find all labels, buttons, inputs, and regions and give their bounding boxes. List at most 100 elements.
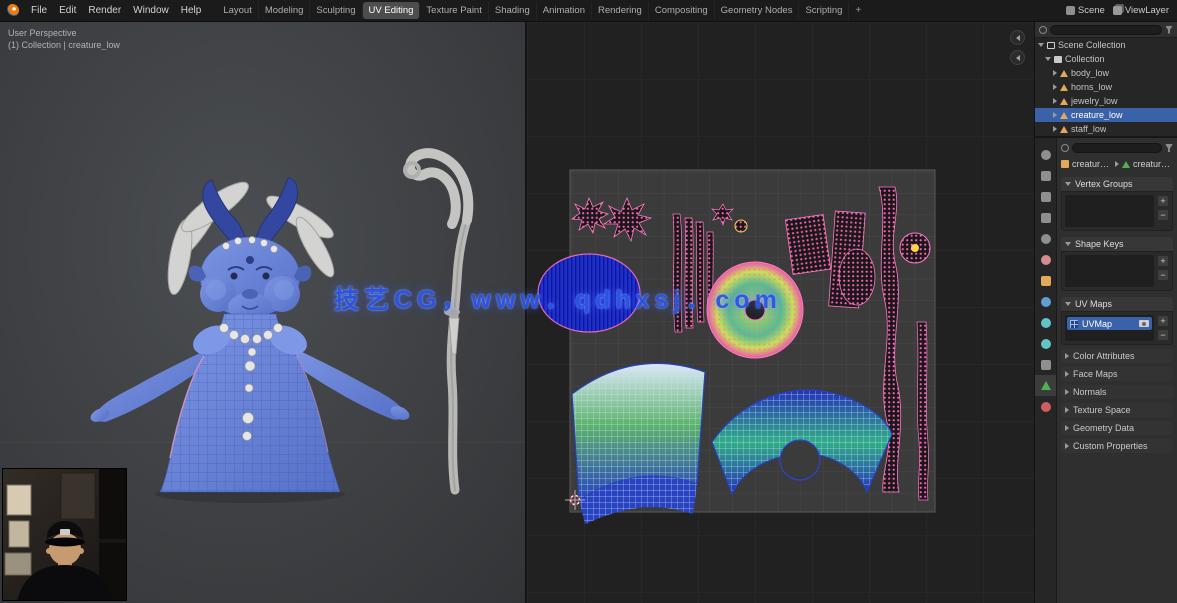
properties-tab-object-data[interactable] [1035,375,1056,396]
outliner-label: body_low [1071,68,1109,78]
filter-icon[interactable] [1165,26,1173,34]
viewport-collection-label: (1) Collection | creature_low [8,39,120,51]
outliner-label: creature_low [1071,110,1123,120]
menu-file[interactable]: File [25,2,53,19]
properties-tab-tool[interactable] [1035,144,1056,165]
disclosure-down-icon [1065,242,1071,246]
outliner-label: staff_low [1071,124,1106,134]
menu-render[interactable]: Render [82,2,127,19]
remove-button[interactable]: − [1157,209,1169,221]
tab-animation[interactable]: Animation [537,2,592,19]
view-layer-selector[interactable]: ViewLayer [1113,5,1169,16]
tab-shading[interactable]: Shading [489,2,537,19]
blender-logo-icon[interactable] [6,4,19,17]
properties-tab-view-layer[interactable] [1035,207,1056,228]
properties-tab-render[interactable] [1035,165,1056,186]
tab-rendering[interactable]: Rendering [592,2,649,19]
tab-texture-paint[interactable]: Texture Paint [420,2,488,19]
section-custom-properties[interactable]: Custom Properties [1061,439,1173,453]
webcam-video [3,469,127,601]
disclosure-right-icon [1065,443,1069,449]
mesh-object-icon [1060,70,1068,77]
disclosure-right-icon[interactable] [1053,84,1057,90]
outliner-search-input[interactable] [1050,25,1162,35]
outliner-row-object-selected[interactable]: creature_low [1035,108,1177,122]
printer-icon [1041,192,1051,202]
outliner: Scene Collection Collection body_low hor… [1035,22,1177,138]
list-buttons: + − [1157,192,1172,230]
properties-search-input[interactable] [1072,143,1162,153]
outliner-row-collection[interactable]: Collection [1035,52,1177,66]
filter-icon[interactable] [1165,144,1173,152]
chevron-left-icon [1016,35,1020,41]
uv-island-fan-left [572,363,705,524]
tab-geometry-nodes[interactable]: Geometry Nodes [715,2,800,19]
vertex-groups-list-area[interactable] [1065,195,1154,227]
uv-editor-gizmo-button-bottom[interactable] [1010,50,1025,65]
outliner-row-object[interactable]: body_low [1035,66,1177,80]
menu-help[interactable]: Help [175,2,208,19]
tab-layout[interactable]: Layout [217,2,259,19]
outliner-row-scene-collection[interactable]: Scene Collection [1035,38,1177,52]
scene-selector[interactable]: Scene [1066,5,1105,16]
uv-map-row-selected[interactable]: UVMap [1067,317,1152,330]
remove-button[interactable]: − [1157,269,1169,281]
wrench-icon [1041,297,1051,307]
section-face-maps[interactable]: Face Maps [1061,367,1173,381]
uv-grid-icon [1070,320,1078,328]
properties-tab-constraints[interactable] [1035,354,1056,375]
section-geometry-data[interactable]: Geometry Data [1061,421,1173,435]
properties-tab-modifiers[interactable] [1035,291,1056,312]
properties-tab-world[interactable] [1035,249,1056,270]
camera-render-icon[interactable] [1139,320,1149,327]
outliner-row-object[interactable]: jewelry_low [1035,94,1177,108]
properties-tab-material[interactable] [1035,396,1056,417]
disclosure-right-icon[interactable] [1053,70,1057,76]
tab-modeling[interactable]: Modeling [259,2,311,19]
chevron-right-icon [1115,161,1119,167]
outliner-row-object[interactable]: staff_low [1035,122,1177,136]
add-button[interactable]: + [1157,315,1169,327]
add-button[interactable]: + [1157,255,1169,267]
viewport-overlay-text: User Perspective (1) Collection | creatu… [8,27,120,51]
tab-sculpting[interactable]: Sculpting [310,2,362,19]
disclosure-right-icon[interactable] [1053,126,1057,132]
mesh-data-icon [1041,381,1051,390]
tab-scripting[interactable]: Scripting [799,2,849,19]
scene-icon [1041,234,1051,244]
breadcrumb-object-name[interactable]: creature_low [1072,159,1112,169]
search-icon[interactable] [1061,144,1069,152]
properties-tab-physics[interactable] [1035,333,1056,354]
cap-logo [60,529,70,535]
disclosure-down-icon[interactable] [1045,57,1051,61]
properties-tab-particles[interactable] [1035,312,1056,333]
section-normals[interactable]: Normals [1061,385,1173,399]
disclosure-right-icon[interactable] [1053,98,1057,104]
add-button[interactable]: + [1157,195,1169,207]
remove-button[interactable]: − [1157,329,1169,341]
section-vertex-groups[interactable]: Vertex Groups [1061,177,1173,191]
shape-keys-list-area[interactable] [1065,255,1154,287]
outliner-row-object[interactable]: horns_low [1035,80,1177,94]
section-texture-space[interactable]: Texture Space [1061,403,1173,417]
section-label: Texture Space [1073,405,1131,415]
creature-head [189,237,312,322]
tab-compositing[interactable]: Compositing [649,2,715,19]
menu-edit[interactable]: Edit [53,2,82,19]
menu-window[interactable]: Window [127,2,175,19]
disclosure-down-icon[interactable] [1038,43,1044,47]
add-workspace-button[interactable]: + [849,3,867,18]
section-uv-maps[interactable]: UV Maps [1061,297,1173,311]
view-layer-icon [1113,6,1122,15]
section-color-attributes[interactable]: Color Attributes [1061,349,1173,363]
disclosure-right-icon[interactable] [1053,112,1057,118]
section-shape-keys[interactable]: Shape Keys [1061,237,1173,251]
particles-icon [1041,318,1051,328]
tab-uv-editing[interactable]: UV Editing [363,2,421,19]
breadcrumb-data-name[interactable]: creature_low [1133,159,1173,169]
properties-tab-scene[interactable] [1035,228,1056,249]
properties-tab-output[interactable] [1035,186,1056,207]
uv-editor-gizmo-button-top[interactable] [1010,30,1025,45]
search-icon[interactable] [1039,26,1047,34]
properties-tab-object[interactable] [1035,270,1056,291]
